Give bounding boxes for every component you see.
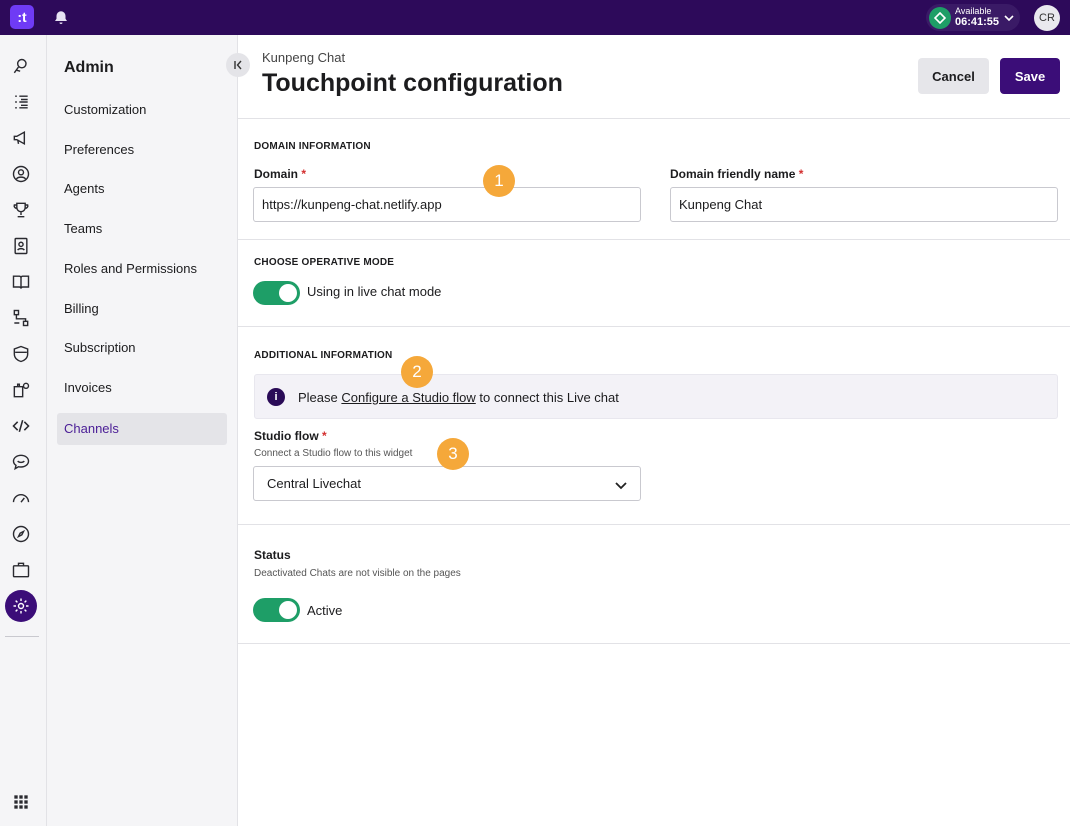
conversations-icon[interactable]	[9, 55, 33, 79]
studio-flow-select[interactable]: Central Livechat	[253, 466, 641, 501]
tasks-list-icon[interactable]	[9, 90, 33, 114]
toggle-knob	[279, 284, 297, 302]
avatar[interactable]: CR	[1034, 5, 1060, 31]
chat-bubble-icon[interactable]	[9, 450, 33, 474]
status-active-toggle[interactable]	[253, 598, 300, 622]
flow-icon[interactable]	[9, 306, 33, 330]
studio-flow-hint: Connect a Studio flow to this widget	[254, 448, 413, 459]
gauge-icon[interactable]	[9, 486, 33, 510]
sidebar-item-preferences[interactable]: Preferences	[57, 134, 227, 166]
save-button[interactable]: Save	[1000, 58, 1060, 94]
status-title: Status	[254, 548, 291, 562]
domain-input[interactable]: https://kunpeng-chat.netlify.app	[253, 187, 641, 222]
sidebar-title: Admin	[64, 59, 114, 76]
trophy-icon[interactable]	[9, 198, 33, 222]
status-label: Available	[955, 6, 992, 16]
top-bar: :t Available 06:41:55 CR	[0, 0, 1070, 35]
live-chat-mode-label: Using in live chat mode	[307, 284, 442, 299]
icon-rail	[0, 35, 47, 826]
shield-icon[interactable]	[9, 342, 33, 366]
admin-sidebar: Admin Customization Preferences Agents T…	[47, 35, 238, 826]
breadcrumb[interactable]: Kunpeng Chat	[262, 50, 345, 65]
divider	[238, 643, 1070, 644]
cancel-button[interactable]: Cancel	[918, 58, 989, 94]
sidebar-item-agents[interactable]: Agents	[57, 173, 227, 205]
status-diamond-icon	[929, 6, 951, 29]
chevron-down-icon	[1004, 15, 1014, 22]
domain-friendly-name-input[interactable]: Kunpeng Chat	[670, 187, 1058, 222]
sidebar-item-billing[interactable]: Billing	[57, 293, 227, 325]
chevron-down-icon	[615, 482, 627, 490]
divider	[238, 118, 1070, 119]
divider	[238, 326, 1070, 327]
status-active-label: Active	[307, 603, 343, 618]
book-icon[interactable]	[9, 270, 33, 294]
live-chat-mode-toggle[interactable]	[253, 281, 300, 305]
page-title: Touchpoint configuration	[262, 69, 563, 97]
status-time: 06:41:55	[955, 16, 1000, 28]
sidebar-item-subscription[interactable]: Subscription	[57, 332, 227, 364]
sidebar-item-customization[interactable]: Customization	[57, 94, 227, 126]
divider	[238, 239, 1070, 240]
studio-flow-info-banner: i Please Configure a Studio flow to conn…	[254, 374, 1058, 419]
annotation-badge-2: 2	[401, 356, 433, 388]
toggle-knob	[279, 601, 297, 619]
info-icon: i	[267, 388, 285, 406]
availability-status[interactable]: Available 06:41:55	[926, 4, 1020, 31]
rail-divider	[5, 636, 39, 637]
settings-gear-icon[interactable]	[5, 590, 37, 622]
compass-icon[interactable]	[9, 522, 33, 546]
code-icon[interactable]	[9, 414, 33, 438]
sidebar-item-roles[interactable]: Roles and Permissions	[57, 253, 227, 285]
operative-mode-heading: CHOOSE OPERATIVE MODE	[254, 257, 395, 268]
sidebar-item-invoices[interactable]: Invoices	[57, 372, 227, 404]
collapse-left-icon	[234, 60, 242, 70]
additional-info-heading: ADDITIONAL INFORMATION	[254, 350, 393, 361]
apps-grid-icon[interactable]	[9, 790, 33, 814]
bell-icon[interactable]	[52, 9, 70, 27]
info-message: Please Configure a Studio flow to connec…	[298, 390, 619, 405]
sidebar-item-channels[interactable]: Channels	[57, 413, 227, 445]
integrations-icon[interactable]	[9, 378, 33, 402]
status-hint: Deactivated Chats are not visible on the…	[254, 568, 461, 579]
megaphone-icon[interactable]	[9, 126, 33, 150]
collapse-sidebar-button[interactable]	[226, 53, 250, 77]
configure-studio-flow-link[interactable]: Configure a Studio flow	[341, 390, 475, 405]
studio-flow-label: Studio flow *	[254, 429, 327, 443]
logo-text: :t	[17, 9, 27, 25]
contacts-icon[interactable]	[9, 162, 33, 186]
divider	[238, 524, 1070, 525]
domain-section-heading: DOMAIN INFORMATION	[254, 141, 371, 152]
address-book-icon[interactable]	[9, 234, 33, 258]
avatar-initials: CR	[1039, 12, 1055, 24]
domain-friendly-name-label: Domain friendly name *	[670, 167, 804, 181]
annotation-badge-1: 1	[483, 165, 515, 197]
sidebar-item-teams[interactable]: Teams	[57, 213, 227, 245]
annotation-badge-3: 3	[437, 438, 469, 470]
domain-label: Domain *	[254, 167, 307, 181]
app-logo[interactable]: :t	[10, 5, 34, 29]
briefcase-icon[interactable]	[9, 558, 33, 582]
